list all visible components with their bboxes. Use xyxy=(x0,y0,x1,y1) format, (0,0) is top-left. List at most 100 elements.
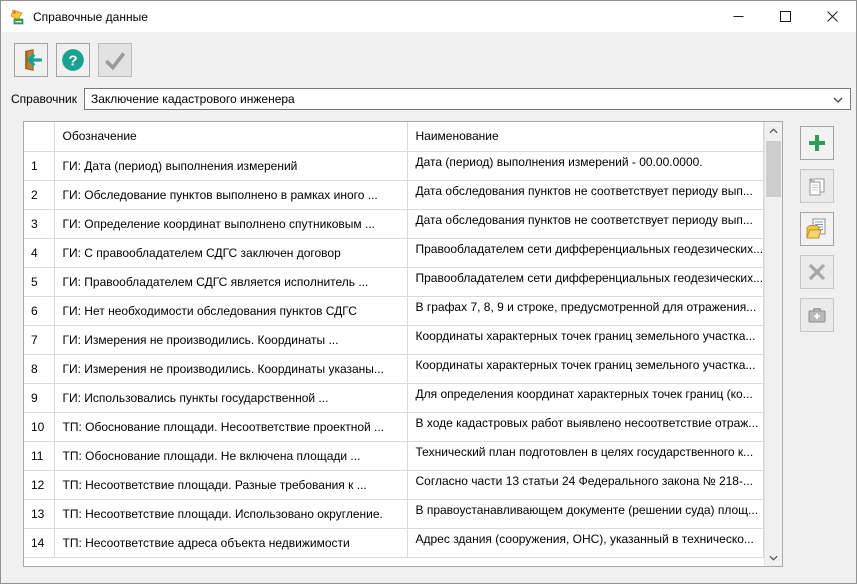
row-name-cell[interactable]: Координаты характерных точек границ земе… xyxy=(407,325,764,354)
reference-table: Обозначение Наименование 1ГИ: Дата (пери… xyxy=(23,121,783,567)
table-row[interactable]: 4ГИ: С правообладателем СДГС заключен до… xyxy=(24,238,764,267)
add-record-button[interactable] xyxy=(800,126,834,160)
row-code-cell[interactable]: ТП: Несоответствие площади. Разные требо… xyxy=(54,470,407,499)
exit-button[interactable] xyxy=(14,43,48,77)
table-row[interactable]: 12ТП: Несоответствие площади. Разные тре… xyxy=(24,470,764,499)
row-code-cell[interactable]: ГИ: Правообладателем СДГС является испол… xyxy=(54,267,407,296)
row-number: 14 xyxy=(24,528,54,557)
table-row[interactable]: 3ГИ: Определение координат выполнено спу… xyxy=(24,209,764,238)
reference-select[interactable]: Заключение кадастрового инженера xyxy=(84,88,851,110)
row-code-cell[interactable]: ГИ: Определение координат выполнено спут… xyxy=(54,209,407,238)
header-name[interactable]: Наименование xyxy=(407,122,764,151)
delete-record-button xyxy=(800,255,834,289)
table-header-row: Обозначение Наименование xyxy=(24,122,764,151)
maximize-icon xyxy=(780,11,791,22)
door-arrow-left-icon xyxy=(18,47,44,73)
table-row[interactable]: 13ТП: Несоответствие площади. Использова… xyxy=(24,499,764,528)
app-icon xyxy=(10,9,26,25)
row-code-cell[interactable]: ГИ: Измерения не производились. Координа… xyxy=(54,325,407,354)
table-row[interactable]: 5ГИ: Правообладателем СДГС является испо… xyxy=(24,267,764,296)
reference-selector-row: Справочник Заключение кадастрового инжен… xyxy=(1,86,856,112)
row-code-cell[interactable]: ТП: Несоответствие адреса объекта недвиж… xyxy=(54,528,407,557)
window-title: Справочные данные xyxy=(33,10,715,24)
row-number: 4 xyxy=(24,238,54,267)
row-name-cell[interactable]: Дата обследования пунктов не соответству… xyxy=(407,209,764,238)
table-row[interactable]: 11ТП: Обоснование площади. Не включена п… xyxy=(24,441,764,470)
check-icon xyxy=(102,47,128,73)
table-row[interactable]: 1ГИ: Дата (период) выполнения измеренийД… xyxy=(24,151,764,180)
row-code-cell[interactable]: ТП: Обоснование площади. Не включена пло… xyxy=(54,441,407,470)
row-number: 5 xyxy=(24,267,54,296)
titlebar: Справочные данные xyxy=(1,1,856,32)
row-name-cell[interactable]: В ходе кадастровых работ выявлено несоот… xyxy=(407,412,764,441)
row-name-cell[interactable]: В графах 7, 8, 9 и строке, предусмотренн… xyxy=(407,296,764,325)
table-viewport: Обозначение Наименование 1ГИ: Дата (пери… xyxy=(24,122,764,566)
table-row[interactable]: 9ГИ: Использовались пункты государственн… xyxy=(24,383,764,412)
row-number: 6 xyxy=(24,296,54,325)
table-row[interactable]: 10ТП: Обоснование площади. Несоответстви… xyxy=(24,412,764,441)
row-code-cell[interactable]: ГИ: С правообладателем СДГС заключен дог… xyxy=(54,238,407,267)
case-plus-icon xyxy=(805,303,829,327)
svg-text:?: ? xyxy=(68,52,77,69)
row-name-cell[interactable]: Технический план подготовлен в целях гос… xyxy=(407,441,764,470)
chevron-down-icon xyxy=(833,97,843,103)
reference-label: Справочник xyxy=(11,92,77,106)
folder-document-icon xyxy=(805,217,829,241)
maximize-button[interactable] xyxy=(762,1,809,32)
table-row[interactable]: 2ГИ: Обследование пунктов выполнено в ра… xyxy=(24,180,764,209)
row-code-cell[interactable]: ГИ: Использовались пункты государственно… xyxy=(54,383,407,412)
row-code-cell[interactable]: ГИ: Дата (период) выполнения измерений xyxy=(54,151,407,180)
row-number: 3 xyxy=(24,209,54,238)
row-number: 7 xyxy=(24,325,54,354)
table-row[interactable]: 8ГИ: Измерения не производились. Координ… xyxy=(24,354,764,383)
row-code-cell[interactable]: ТП: Несоответствие площади. Использовано… xyxy=(54,499,407,528)
add-to-case-button xyxy=(800,298,834,332)
open-from-file-button[interactable] xyxy=(800,212,834,246)
header-code[interactable]: Обозначение xyxy=(54,122,407,151)
row-number: 13 xyxy=(24,499,54,528)
scroll-down-button[interactable] xyxy=(765,549,782,566)
row-name-cell[interactable]: Для определения координат характерных то… xyxy=(407,383,764,412)
window-controls xyxy=(715,1,856,32)
row-code-cell[interactable]: ГИ: Измерения не производились. Координа… xyxy=(54,354,407,383)
row-name-cell[interactable]: Дата (период) выполнения измерений - 00.… xyxy=(407,151,764,180)
row-number: 1 xyxy=(24,151,54,180)
row-name-cell[interactable]: Дата обследования пунктов не соответству… xyxy=(407,180,764,209)
chevron-down-icon xyxy=(769,555,778,561)
row-name-cell[interactable]: В правоустанавливающем документе (решени… xyxy=(407,499,764,528)
row-number: 8 xyxy=(24,354,54,383)
reference-select-value: Заключение кадастрового инженера xyxy=(91,92,295,106)
x-icon xyxy=(805,260,829,284)
record-actions-panel xyxy=(800,126,834,332)
close-button[interactable] xyxy=(809,1,856,32)
scroll-up-button[interactable] xyxy=(765,122,782,139)
row-name-cell[interactable]: Согласно части 13 статьи 24 Федерального… xyxy=(407,470,764,499)
row-name-cell[interactable]: Правообладателем сети дифференциальных г… xyxy=(407,238,764,267)
row-code-cell[interactable]: ГИ: Нет необходимости обследования пункт… xyxy=(54,296,407,325)
help-button[interactable]: ? xyxy=(56,43,90,77)
header-row-number xyxy=(24,122,54,151)
table-body: 1ГИ: Дата (период) выполнения измеренийД… xyxy=(24,151,764,557)
copy-record-button xyxy=(800,169,834,203)
row-number: 2 xyxy=(24,180,54,209)
scrollbar-thumb[interactable] xyxy=(766,141,781,197)
minimize-button[interactable] xyxy=(715,1,762,32)
chevron-up-icon xyxy=(769,128,778,134)
row-name-cell[interactable]: Адрес здания (сооружения, ОНС), указанны… xyxy=(407,528,764,557)
table-row[interactable]: 6ГИ: Нет необходимости обследования пунк… xyxy=(24,296,764,325)
row-name-cell[interactable]: Координаты характерных точек границ земе… xyxy=(407,354,764,383)
apply-button xyxy=(98,43,132,77)
question-mark-icon: ? xyxy=(60,47,86,73)
vertical-scrollbar[interactable] xyxy=(764,122,782,566)
table-row[interactable]: 7ГИ: Измерения не производились. Координ… xyxy=(24,325,764,354)
row-number: 12 xyxy=(24,470,54,499)
row-name-cell[interactable]: Правообладателем сети дифференциальных г… xyxy=(407,267,764,296)
copy-plus-icon xyxy=(805,174,829,198)
row-code-cell[interactable]: ГИ: Обследование пунктов выполнено в рам… xyxy=(54,180,407,209)
row-number: 11 xyxy=(24,441,54,470)
row-code-cell[interactable]: ТП: Обоснование площади. Несоответствие … xyxy=(54,412,407,441)
minimize-icon xyxy=(733,11,744,22)
table-row[interactable]: 14ТП: Несоответствие адреса объекта недв… xyxy=(24,528,764,557)
toolbar: ? xyxy=(1,32,856,86)
row-number: 9 xyxy=(24,383,54,412)
